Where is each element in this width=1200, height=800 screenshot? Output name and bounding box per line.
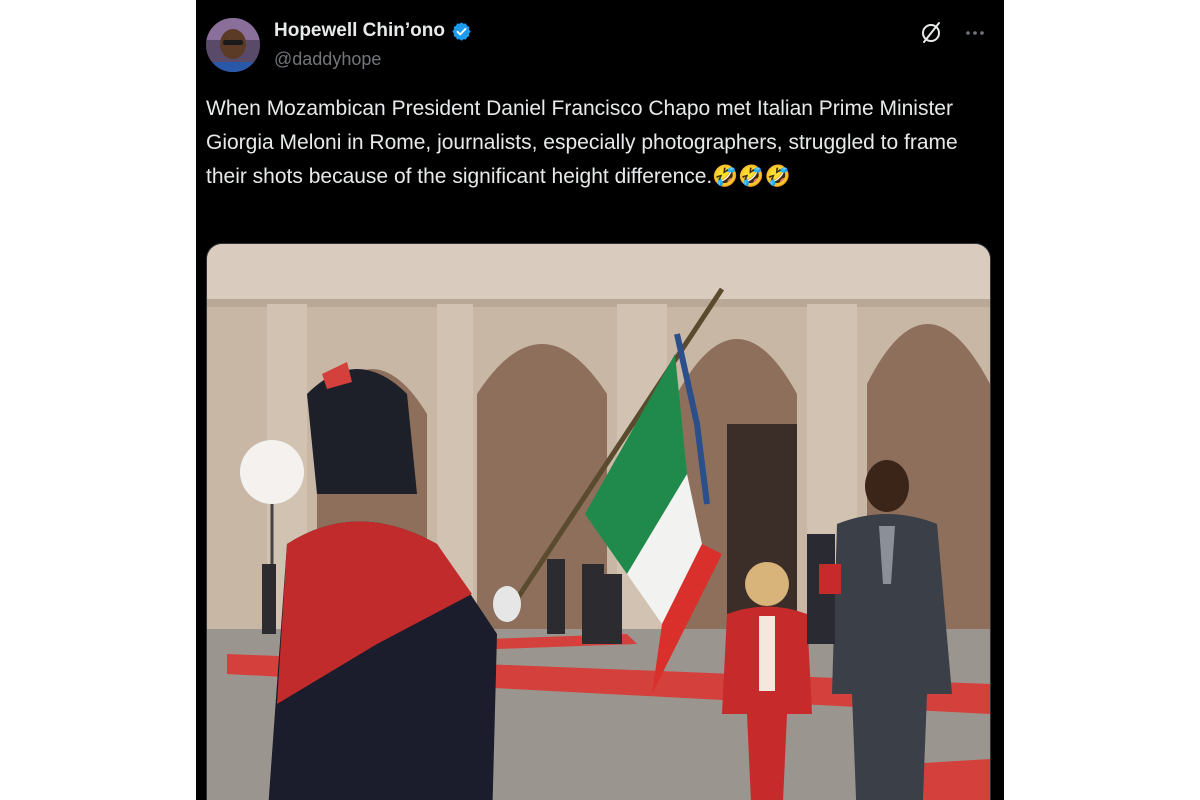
video-frame [207, 244, 990, 800]
grok-icon[interactable] [918, 20, 944, 46]
avatar-image [206, 18, 260, 72]
tweet-video[interactable] [206, 243, 991, 800]
author-name[interactable]: Hopewell Chin’ono [274, 20, 445, 42]
avatar[interactable] [206, 18, 260, 72]
verified-badge-icon [451, 21, 472, 42]
more-options-icon[interactable] [962, 20, 988, 46]
tweet-actions-top [918, 20, 988, 46]
tweet-text: When Mozambican President Daniel Francis… [206, 97, 964, 188]
tweet-card: Hopewell Chin’ono @daddyhope When Mozamb… [196, 0, 1004, 800]
author-row: Hopewell Chin’ono [274, 20, 472, 42]
author-handle[interactable]: @daddyhope [274, 49, 381, 70]
